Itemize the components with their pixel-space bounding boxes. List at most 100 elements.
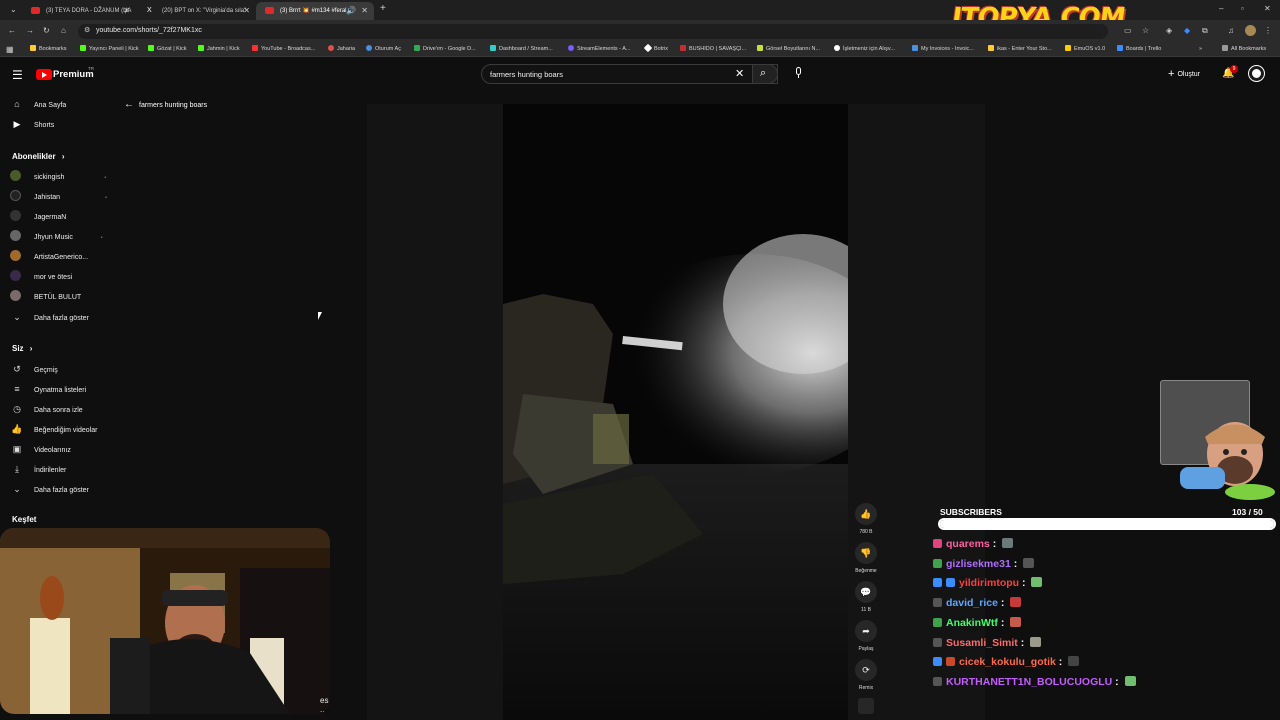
sidebar-item-watch-later[interactable]: ◷ Daha sonra izle (10, 402, 83, 416)
apps-grid-icon[interactable]: ▦ (6, 45, 14, 55)
bookmark-item[interactable]: My Invoices - Invoic... (912, 42, 974, 57)
account-avatar[interactable] (1249, 66, 1264, 81)
thumbs-up-icon: 👍 (11, 424, 23, 434)
chat-badge-icon (933, 578, 942, 587)
thumbs-down-icon: 👎 (855, 542, 877, 564)
bookmarks-overflow-icon[interactable]: » (1199, 42, 1202, 57)
chat-message: gizlisekme31 : (933, 557, 1035, 571)
sidebar-item-liked-videos[interactable]: 👍 Beğendiğim videolar (10, 422, 97, 436)
sidebar-item-history[interactable]: ↺ Geçmiş (10, 362, 58, 376)
browser-tab-active[interactable]: (3) Brrrt 💥 #m134 #feral 🔊 ✕ (256, 2, 374, 20)
bookmark-item[interactable]: Yayıncı Paneli | Kick (80, 42, 139, 57)
search-input[interactable]: farmers hunting boars (490, 70, 563, 79)
puzzle-icon[interactable]: ⧉ (1202, 26, 1208, 36)
bookmark-item[interactable]: StreamElements - A... (568, 42, 631, 57)
sidebar-item-shorts[interactable]: ▶ Shorts (10, 117, 55, 131)
bookmark-item[interactable]: Boards | Trello (1117, 42, 1161, 57)
bookmarks-bar: ▦ Bookmarks Yayıncı Paneli | Kick Gözat … (0, 42, 1280, 57)
reload-icon[interactable]: ↻ (43, 26, 50, 36)
home-icon[interactable]: ⌂ (61, 26, 66, 36)
explore-heading: Keşfet (12, 515, 37, 524)
channel-avatar (10, 290, 21, 301)
sidebar-sub-item[interactable]: Jhyun Music • (10, 230, 103, 244)
search-box[interactable]: farmers hunting boars ✕ (481, 64, 778, 84)
install-icon[interactable]: ▭ (1124, 26, 1132, 36)
extension-icon[interactable]: ◈ (1166, 26, 1172, 36)
clear-search-icon[interactable]: ✕ (735, 67, 744, 80)
new-tab-icon[interactable]: + (380, 4, 386, 14)
share-button[interactable]: ➦ Paylaş (855, 620, 877, 652)
tab-title: (3) Brrrt 💥 #m134 #feral (280, 8, 347, 14)
sidebar-sub-item[interactable]: ArtistaGenerico... (10, 250, 88, 264)
sidebar-sub-item[interactable]: mor ve ötesi (10, 270, 72, 284)
bookmark-item[interactable]: YouTube - Broadcas... (252, 42, 315, 57)
speaker-icon[interactable]: 🔊 (346, 2, 356, 20)
close-tab-icon[interactable]: ✕ (243, 2, 250, 20)
remix-button[interactable]: ⟳ Remix (855, 659, 877, 691)
all-bookmarks-folder[interactable]: All Bookmarks (1222, 42, 1266, 57)
menu-dots-icon[interactable]: ⋮ (1264, 26, 1272, 36)
bookmark-item[interactable]: Jahmin | Kick (198, 42, 240, 57)
chat-badge-icon (933, 618, 942, 627)
hamburger-menu-icon[interactable]: ☰ (12, 68, 23, 82)
chat-badge-icon (933, 598, 942, 607)
sidebar-show-more-subs[interactable]: ⌄ Daha fazla göster (10, 310, 89, 324)
bookmark-item[interactable]: Oturum Aç (366, 42, 401, 57)
comments-button[interactable]: 💬 11 B (855, 581, 877, 613)
bookmark-item[interactable]: BUSHIDO | SAVAŞÇI... (680, 42, 746, 57)
bookmark-item[interactable]: Gözat | Kick (148, 42, 187, 57)
you-heading[interactable]: Siz › (12, 344, 32, 353)
forward-arrow-icon[interactable]: → (26, 26, 34, 36)
youtube-favicon-icon (265, 7, 274, 14)
bookmark-star-icon[interactable]: ☆ (1142, 26, 1149, 36)
sound-thumbnail[interactable] (858, 698, 874, 714)
sidebar-sub-item[interactable]: sickingish • (10, 170, 106, 184)
remix-icon: ⟳ (855, 659, 877, 681)
back-arrow-icon[interactable]: ← (8, 26, 16, 36)
browser-tab[interactable]: X (20) BPT on X: "Virginia'da sıla" ✕ (138, 2, 256, 20)
sidebar-item-your-videos[interactable]: ▣ Videolarınız (10, 442, 71, 456)
youtube-logo-icon[interactable] (36, 69, 52, 80)
bookmark-item[interactable]: Botrix (643, 42, 668, 57)
close-tab-icon[interactable]: ✕ (361, 2, 368, 20)
bookmark-item[interactable]: Bookmarks (30, 42, 67, 57)
close-tab-icon[interactable]: ✕ (123, 2, 130, 20)
media-icon[interactable]: ♫ (1228, 26, 1234, 36)
sidebar-sub-item[interactable]: BETÜL BULUT (10, 290, 81, 304)
like-button[interactable]: 👍 780 B (855, 503, 877, 535)
close-window-icon[interactable]: ✕ (1264, 4, 1271, 14)
subscribers-goal-title: SUBSCRIBERS (940, 507, 1002, 517)
sidebar-item-home[interactable]: ⌂ Ana Sayfa (10, 97, 66, 111)
site-info-icon[interactable]: ⚙ (84, 26, 90, 36)
maximize-icon[interactable]: ▫ (1241, 4, 1244, 14)
back-to-search-button[interactable]: ← farmers hunting boars (124, 99, 207, 111)
bookmark-item[interactable]: İşletmeniz için Alışv... (834, 42, 895, 57)
create-button[interactable]: + Oluştur (1168, 68, 1200, 80)
tab-search-icon[interactable]: ⌄ (10, 5, 17, 15)
browser-tab[interactable]: (3) TEYA DORA - DŽANUM (ЏА ✕ (22, 2, 136, 20)
dislike-button[interactable]: 👎 Beğenme (855, 542, 877, 574)
bookmark-item[interactable]: ikas - Enter Your Sto... (988, 42, 1052, 57)
address-bar[interactable]: ⚙ youtube.com/shorts/_72f27MK1xc (78, 24, 1108, 39)
chat-emote-icon (1030, 637, 1042, 647)
extension-icon[interactable]: ◆ (1184, 26, 1190, 36)
subscribers-goal-bar (938, 518, 1276, 530)
profile-avatar[interactable] (1245, 25, 1256, 36)
sidebar-item-playlists[interactable]: ≡ Oynatma listeleri (10, 382, 86, 396)
bookmark-item[interactable]: Jaharia (328, 42, 355, 57)
sidebar-item-downloads[interactable]: ⤓ İndirilenler (10, 462, 66, 476)
voice-search-button[interactable] (794, 67, 802, 81)
home-icon: ⌂ (14, 99, 20, 109)
sidebar-sub-item[interactable]: JagermaN (10, 210, 66, 224)
bookmark-item[interactable]: Drive'ım - Google D... (414, 42, 476, 57)
minimize-icon[interactable]: – (1219, 4, 1223, 14)
mouse-cursor-icon (318, 312, 322, 320)
bookmark-item[interactable]: EmuOS v1.0 (1065, 42, 1105, 57)
search-button[interactable]: ⌕ (752, 64, 778, 84)
shorts-video-player[interactable] (503, 104, 848, 720)
sidebar-show-more-you[interactable]: ⌄ Daha fazla göster (10, 482, 89, 496)
sidebar-sub-item[interactable]: Jahistan • (10, 190, 107, 204)
bookmark-item[interactable]: Görsel Boyutlarını N... (757, 42, 820, 57)
subscriptions-heading[interactable]: Abonelikler › (12, 152, 64, 161)
bookmark-item[interactable]: Dashboard / Stream... (490, 42, 553, 57)
